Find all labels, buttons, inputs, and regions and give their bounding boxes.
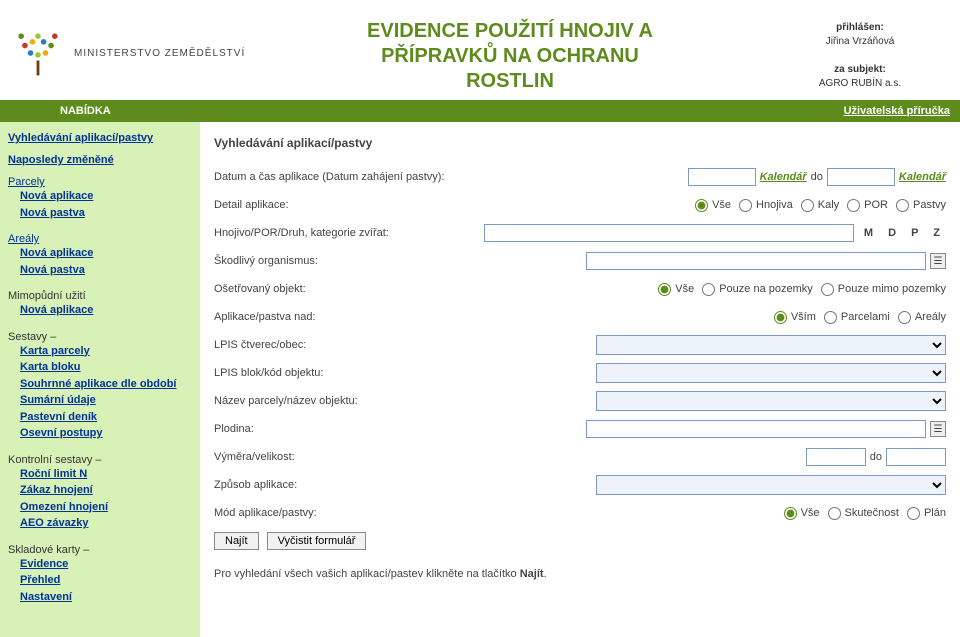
login-label: přihlášen: [836,22,884,33]
vymera-from-input[interactable] [806,448,866,466]
label-datum: Datum a čas aplikace (Datum zahájení pas… [214,171,464,183]
sidebar-mimopudni-head: Mimopůdní užití [8,290,192,302]
detail-radio-group: Vše Hnojiva Kaly POR Pastvy [695,199,946,212]
title-line-3: ROSTLIN [250,69,770,94]
top-bar: NABÍDKA Uživatelská příručka [0,100,960,122]
sidebar-arealy-head[interactable]: Areály [8,233,192,245]
label-nazev: Název parcely/název objektu: [214,395,464,407]
sidebar-mimopudni-nova-aplikace[interactable]: Nová aplikace [20,302,192,319]
oset-radio-vse[interactable] [658,283,671,296]
sidebar-sklad-item[interactable]: Nastavení [20,589,192,606]
sidebar-sestavy-item[interactable]: Karta bloku [20,359,192,376]
vymera-do-label: do [870,451,882,463]
nad-radio-parcelami[interactable] [824,311,837,324]
sidebar-search-apps[interactable]: Vyhledávání aplikací/pastvy [8,132,192,144]
page-title: Vyhledávání aplikací/pastvy [214,136,946,150]
label-hnojivo: Hnojivo/POR/Druh, kategorie zvířat: [214,227,464,239]
ministry-logo-icon [10,25,66,81]
sidebar-kontrolni-head: Kontrolní sestavy – [8,454,192,466]
detail-radio-vse[interactable] [695,199,708,212]
content: Vyhledávání aplikací/pastvy Datum a čas … [200,122,960,637]
mod-radio-plan[interactable] [907,507,920,520]
menu-label: NABÍDKA [0,105,111,117]
mod-radio-skutecnost[interactable] [828,507,841,520]
sidebar-sestavy-head: Sestavy – [8,331,192,343]
oset-radio-mimo[interactable] [821,283,834,296]
hnojivo-input[interactable] [484,224,854,242]
skodlivy-input[interactable] [586,252,926,270]
lpis-blok-select[interactable] [596,363,946,383]
subject-name: AGRO RUBÍN a.s. [819,78,901,89]
mod-radio-group: Vše Skutečnost Plán [784,507,946,520]
calendar-to-link[interactable]: Kalendář [899,171,946,183]
mdpz-filter[interactable]: M D P Z [858,227,946,239]
sidebar-kontrolni-item[interactable]: Roční limit N [20,466,192,483]
plodina-picker-icon[interactable]: ☰ [930,421,946,437]
detail-radio-hnojiva[interactable] [739,199,752,212]
skodlivy-picker-icon[interactable]: ☰ [930,253,946,269]
label-aplikace-nad: Aplikace/pastva nad: [214,311,464,323]
label-zpusob: Způsob aplikace: [214,479,464,491]
sidebar-sestavy-item[interactable]: Pastevní deník [20,409,192,426]
logo-area: MINISTERSTVO ZEMĚDĚLSTVÍ [10,25,250,81]
sidebar-sestavy-item[interactable]: Osevní postupy [20,425,192,442]
title-line-1: EVIDENCE POUŽITÍ HNOJIV A [250,19,770,44]
sidebar-parcely-nova-pastva[interactable]: Nová pastva [20,205,192,222]
label-vymera: Výměra/velikost: [214,451,464,463]
calendar-from-link[interactable]: Kalendář [760,171,807,183]
nazev-select[interactable] [596,391,946,411]
nad-radio-vsim[interactable] [774,311,787,324]
label-osetrovany: Ošetřovaný objekt: [214,283,464,295]
nad-radio-arealy[interactable] [898,311,911,324]
header: MINISTERSTVO ZEMĚDĚLSTVÍ EVIDENCE POUŽIT… [0,0,960,100]
sidebar-parcely-nova-aplikace[interactable]: Nová aplikace [20,188,192,205]
sidebar-sklad-head: Skladové karty – [8,544,192,556]
hint-text: Pro vyhledání všech vašich aplikací/past… [214,568,946,580]
osetrovany-radio-group: Vše Pouze na pozemky Pouze mimo pozemky [658,283,946,296]
title-line-2: PŘÍPRAVKŮ NA OCHRANU [250,44,770,69]
sidebar-sestavy-item[interactable]: Sumární údaje [20,392,192,409]
oset-radio-pozemky[interactable] [702,283,715,296]
detail-radio-pastvy[interactable] [896,199,909,212]
ministry-label: MINISTERSTVO ZEMĚDĚLSTVÍ [74,48,245,59]
label-lpis-blok: LPIS blok/kód objektu: [214,367,464,379]
app-title: EVIDENCE POUŽITÍ HNOJIV A PŘÍPRAVKŮ NA O… [250,13,770,94]
plodina-input[interactable] [586,420,926,438]
sidebar-parcely-head[interactable]: Parcely [8,176,192,188]
label-lpis-ctverec: LPIS čtverec/obec: [214,339,464,351]
sidebar-arealy-nova-aplikace[interactable]: Nová aplikace [20,245,192,262]
sidebar-sklad-item[interactable]: Evidence [20,556,192,573]
date-to-input[interactable] [827,168,895,186]
sidebar-kontrolni-item[interactable]: Omezení hnojení [20,499,192,516]
sidebar-sklad-item[interactable]: Přehled [20,572,192,589]
mod-radio-vse[interactable] [784,507,797,520]
label-skodlivy: Škodlivý organismus: [214,255,464,267]
label-mod: Mód aplikace/pastvy: [214,507,464,519]
date-from-input[interactable] [688,168,756,186]
sidebar: Vyhledávání aplikací/pastvy Naposledy zm… [0,122,200,637]
sidebar-sestavy-item[interactable]: Karta parcely [20,343,192,360]
sidebar-sestavy-item[interactable]: Souhrnné aplikace dle období [20,376,192,393]
lpis-ctverec-select[interactable] [596,335,946,355]
subject-label: za subjekt: [834,64,886,75]
login-info: přihlášen: Jiřina Vrzáňová za subjekt: A… [770,15,950,91]
zpusob-select[interactable] [596,475,946,495]
find-button[interactable]: Najít [214,532,259,550]
sidebar-recent[interactable]: Naposledy změněné [8,154,192,166]
label-plodina: Plodina: [214,423,464,435]
detail-radio-por[interactable] [847,199,860,212]
clear-button[interactable]: Vyčistit formulář [267,532,367,550]
label-detail: Detail aplikace: [214,199,464,211]
login-user: Jiřina Vrzáňová [826,36,895,47]
sidebar-kontrolni-item[interactable]: AEO závazky [20,515,192,532]
sidebar-kontrolni-item[interactable]: Zákaz hnojení [20,482,192,499]
detail-radio-kaly[interactable] [801,199,814,212]
nad-radio-group: Vším Parcelami Areály [774,311,946,324]
user-guide-link[interactable]: Uživatelská příručka [844,105,960,117]
sidebar-arealy-nova-pastva[interactable]: Nová pastva [20,262,192,279]
vymera-to-input[interactable] [886,448,946,466]
date-to-label: do [811,171,823,183]
